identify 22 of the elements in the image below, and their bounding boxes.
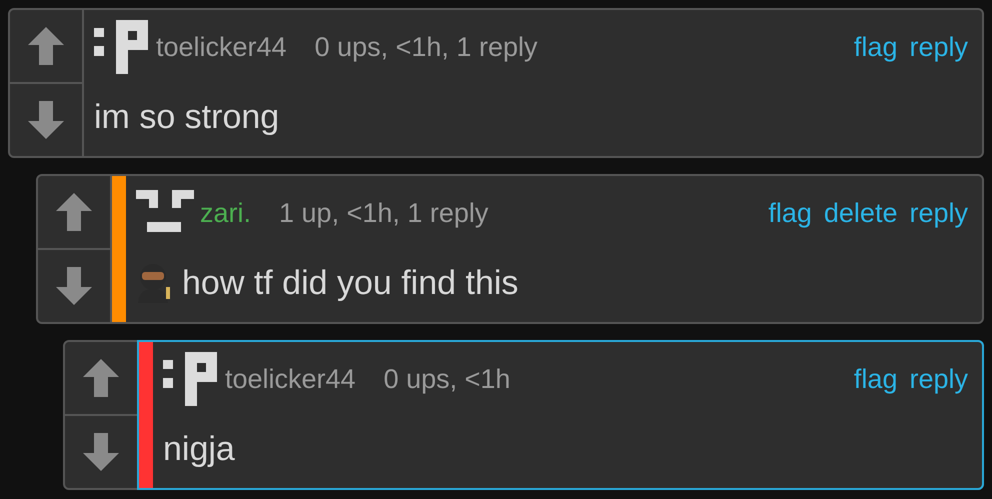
upvote-arrow-icon bbox=[83, 359, 119, 397]
downvote-arrow-icon bbox=[28, 101, 64, 139]
upvote-arrow-icon bbox=[56, 193, 92, 231]
comment-meta: 0 ups, <1h, 1 reply bbox=[314, 30, 538, 64]
comment-text: how tf did you find this bbox=[182, 262, 518, 304]
author-name[interactable]: toelicker44 bbox=[156, 26, 287, 68]
author-name[interactable]: zari. bbox=[200, 192, 252, 234]
author-name[interactable]: toelicker44 bbox=[225, 358, 356, 400]
comment-action-link[interactable]: reply bbox=[909, 358, 968, 400]
comment-action-link[interactable]: flag bbox=[768, 192, 812, 234]
downvote-arrow-icon bbox=[83, 433, 119, 471]
downvote-arrow-icon bbox=[56, 267, 92, 305]
upvote-arrow-icon bbox=[28, 27, 64, 65]
comment-action-link[interactable]: flag bbox=[854, 26, 898, 68]
comment-action-link[interactable]: reply bbox=[909, 192, 968, 234]
comment-text: im so strong bbox=[94, 96, 280, 138]
comment-action-link[interactable]: flag bbox=[854, 358, 898, 400]
comment-text: nigja bbox=[163, 428, 235, 470]
comment-action-link[interactable]: delete bbox=[824, 192, 898, 234]
comment-meta: 1 up, <1h, 1 reply bbox=[279, 196, 490, 230]
comment-action-link[interactable]: reply bbox=[909, 26, 968, 68]
comment-meta: 0 ups, <1h bbox=[384, 362, 512, 396]
